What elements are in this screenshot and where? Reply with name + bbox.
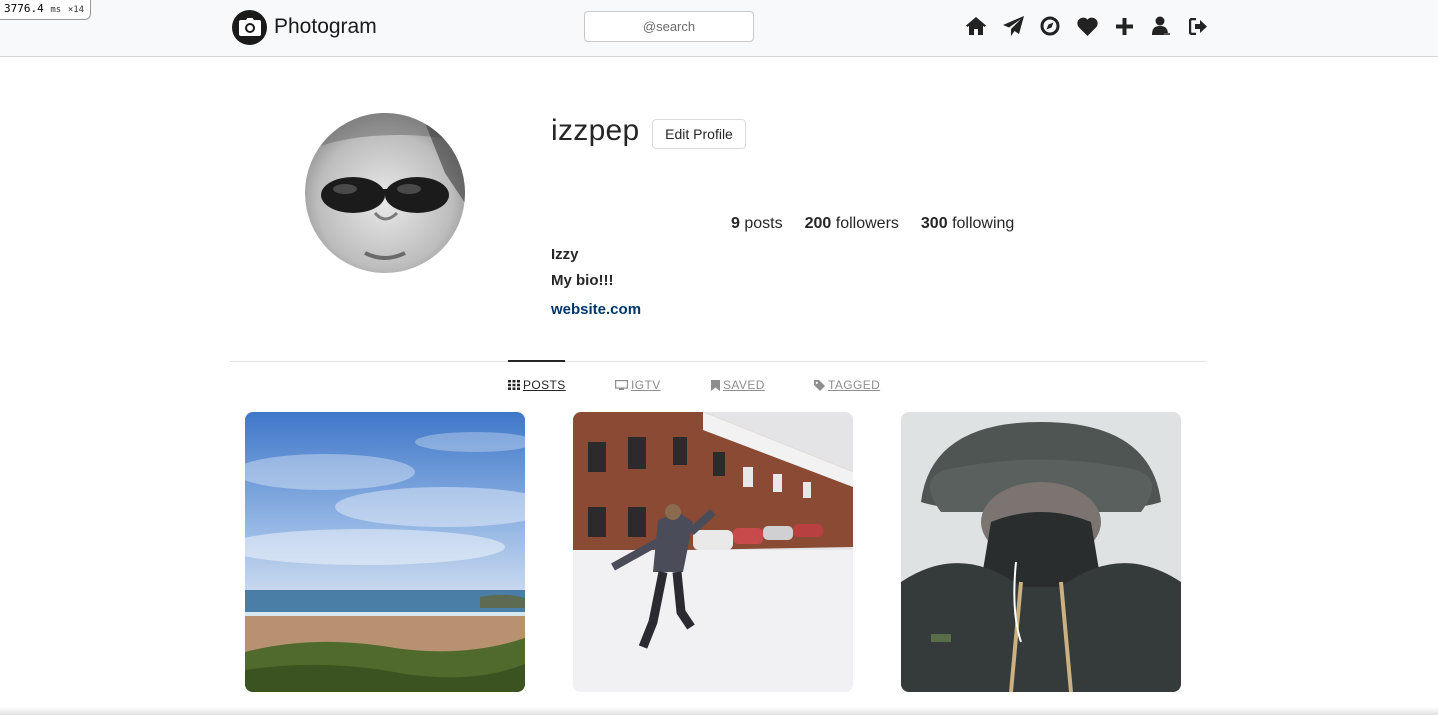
user-icon[interactable] bbox=[1149, 14, 1173, 38]
post-thumbnail-beach[interactable] bbox=[245, 412, 525, 692]
tab-tagged[interactable]: TAGGED bbox=[814, 378, 880, 392]
tab-igtv-label: IGTV bbox=[631, 378, 661, 392]
grid-icon bbox=[508, 380, 520, 390]
tv-icon bbox=[615, 380, 628, 390]
posts-label: posts bbox=[744, 215, 783, 232]
profile-website-link[interactable]: website.com bbox=[551, 301, 641, 318]
camera-icon bbox=[232, 9, 267, 45]
paper-plane-icon[interactable] bbox=[1001, 14, 1025, 38]
posts-count: 9 bbox=[731, 215, 740, 232]
plus-icon[interactable] bbox=[1112, 14, 1136, 38]
tag-icon bbox=[814, 379, 825, 391]
tab-saved-label: SAVED bbox=[723, 378, 765, 392]
render-time-value: 3776.4 bbox=[4, 2, 44, 15]
tab-posts[interactable]: POSTS bbox=[508, 378, 566, 392]
sign-out-icon[interactable] bbox=[1186, 14, 1210, 38]
home-icon[interactable] bbox=[964, 14, 988, 38]
nav-icons bbox=[964, 14, 1210, 38]
top-navbar: Photogram bbox=[0, 0, 1438, 57]
posts-stat: 9 posts bbox=[731, 215, 783, 233]
following-label: following bbox=[952, 215, 1015, 232]
bookmark-icon bbox=[711, 379, 720, 391]
tabs-divider bbox=[230, 361, 1207, 362]
profile-full-name: Izzy bbox=[551, 246, 579, 263]
profile-username: izzpep bbox=[551, 114, 640, 147]
post-thumbnail-snow[interactable] bbox=[573, 412, 853, 692]
post-thumbnail-selfie[interactable] bbox=[901, 412, 1181, 692]
tab-igtv[interactable]: IGTV bbox=[615, 378, 661, 392]
followers-stat[interactable]: 200 followers bbox=[805, 215, 899, 233]
heart-icon[interactable] bbox=[1075, 14, 1099, 38]
active-tab-indicator bbox=[508, 360, 565, 362]
profile-bio: My bio!!! bbox=[551, 272, 614, 289]
brand-link[interactable]: Photogram bbox=[232, 9, 377, 45]
following-count: 300 bbox=[920, 215, 948, 232]
render-time-badge: 3776.4 ms ×14 bbox=[0, 0, 92, 20]
brand-name: Photogram bbox=[274, 15, 377, 38]
tab-saved[interactable]: SAVED bbox=[711, 378, 765, 392]
tab-posts-label: POSTS bbox=[523, 378, 566, 392]
render-time-unit: ms bbox=[50, 5, 62, 15]
tab-tagged-label: TAGGED bbox=[828, 378, 881, 392]
profile-stats: 9 posts 200 followers 300 following bbox=[731, 215, 1036, 233]
followers-count: 200 bbox=[804, 215, 832, 232]
following-stat[interactable]: 300 following bbox=[921, 215, 1014, 233]
compass-icon[interactable] bbox=[1038, 14, 1062, 38]
followers-label: followers bbox=[835, 215, 899, 232]
render-time-multiplier: ×14 bbox=[67, 5, 85, 15]
profile-avatar[interactable] bbox=[305, 113, 465, 273]
search-input[interactable] bbox=[584, 11, 754, 42]
bottom-edge-shadow bbox=[0, 707, 1438, 715]
edit-profile-button[interactable]: Edit Profile bbox=[652, 119, 746, 149]
